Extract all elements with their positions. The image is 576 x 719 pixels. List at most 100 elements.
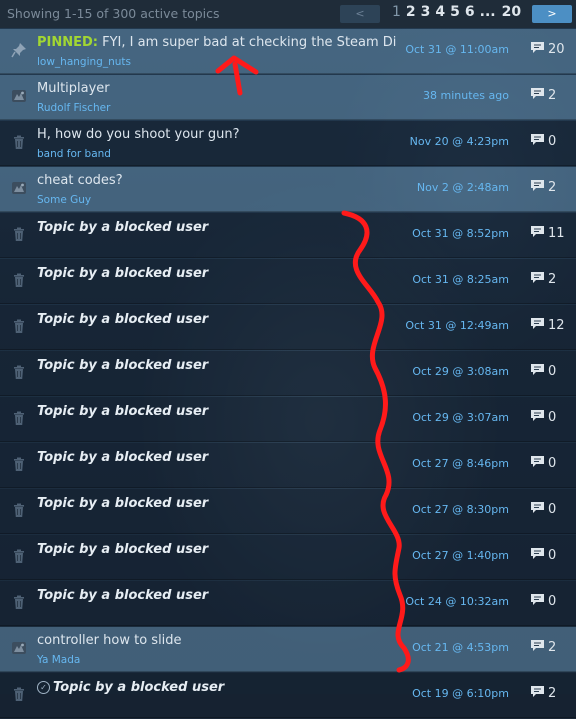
topic-list: PINNED: FYI, I am super bad at checking … (0, 29, 576, 719)
topic-title[interactable]: PINNED: FYI, I am super bad at checking … (37, 35, 397, 50)
topic-title-text: FYI, I am super bad at checking the Stea… (102, 35, 397, 50)
reply-count-number: 0 (548, 548, 557, 563)
pager-page-link[interactable]: 6 (465, 4, 475, 20)
topic-last-post-time: Oct 27 @ 8:46pm (412, 457, 509, 470)
pager-prev-button[interactable]: < (340, 5, 380, 23)
topic-title[interactable]: Topic by a blocked user (37, 450, 397, 465)
topic-author-link[interactable]: Some Guy (37, 194, 91, 206)
pager-page-link[interactable]: 5 (450, 4, 460, 20)
reply-count-number: 0 (548, 502, 557, 517)
topic-title[interactable]: Topic by a blocked user (37, 220, 397, 235)
topic-title-text: Topic by a blocked user (37, 496, 209, 511)
reply-bubble-icon (530, 409, 545, 426)
topic-title-text: Topic by a blocked user (37, 404, 209, 419)
topic-title-text: Topic by a blocked user (37, 220, 209, 235)
reply-bubble-icon (530, 547, 545, 564)
reply-bubble-icon (530, 317, 545, 334)
topic-last-post-time: Oct 29 @ 3:07am (412, 411, 509, 424)
game-avatar-icon (11, 180, 27, 196)
reply-count-number: 0 (548, 134, 557, 149)
topic-last-post-time: Oct 27 @ 8:30pm (412, 503, 509, 516)
topic-reply-count: 2 (530, 639, 556, 656)
trash-icon (11, 456, 27, 472)
trash-icon (11, 548, 27, 564)
topics-header: Showing 1-15 of 300 active topics < 1234… (0, 0, 576, 28)
topic-row[interactable]: Topic by a blocked user Oct 27 @ 1:40pm 0 (0, 535, 576, 580)
topic-title-text: Multiplayer (37, 81, 110, 96)
topic-row[interactable]: Topic by a blocked user Oct 29 @ 3:08am 0 (0, 351, 576, 396)
reply-bubble-icon (530, 133, 545, 150)
topic-author-link[interactable]: Ya Mada (37, 654, 80, 666)
topic-last-post-time: Oct 31 @ 12:49am (405, 319, 509, 332)
reply-count-number: 0 (548, 410, 557, 425)
trash-icon (11, 134, 27, 150)
reply-count-number: 12 (548, 318, 565, 333)
reply-count-number: 2 (548, 272, 557, 287)
reply-count-number: 2 (548, 640, 557, 655)
pager-page-link[interactable]: 3 (421, 4, 431, 20)
topic-row[interactable]: ✓ Topic by a blocked user Oct 19 @ 6:10pm 2 (0, 673, 576, 718)
topic-last-post-time: Oct 24 @ 10:32am (405, 595, 509, 608)
topic-row[interactable]: Multiplayer Rudolf Fischer 38 minutes ago 2 (0, 75, 576, 120)
topic-title[interactable]: ✓ Topic by a blocked user (37, 680, 397, 695)
topic-title-text: Topic by a blocked user (37, 358, 209, 373)
topic-title[interactable]: Topic by a blocked user (37, 312, 397, 327)
reply-bubble-icon (530, 179, 545, 196)
reply-count-number: 0 (548, 456, 557, 471)
topic-title[interactable]: Topic by a blocked user (37, 542, 397, 557)
game-avatar-icon (11, 640, 27, 656)
topic-row[interactable]: Topic by a blocked user Oct 29 @ 3:07am 0 (0, 397, 576, 442)
topic-reply-count: 0 (530, 501, 556, 518)
topic-title[interactable]: cheat codes? (37, 173, 397, 188)
topic-title[interactable]: Multiplayer (37, 81, 397, 96)
reply-bubble-icon (530, 363, 545, 380)
topic-row[interactable]: Topic by a blocked user Oct 24 @ 10:32am 0 (0, 581, 576, 626)
reply-bubble-icon (530, 501, 545, 518)
topic-title-text: cheat codes? (37, 173, 123, 188)
reply-count-number: 0 (548, 364, 557, 379)
topic-title[interactable]: Topic by a blocked user (37, 358, 397, 373)
pager-next-button[interactable]: > (532, 5, 572, 23)
topic-title[interactable]: H, how do you shoot your gun? (37, 127, 397, 142)
pager-page-link[interactable]: 20 (502, 4, 521, 20)
topic-title-text: H, how do you shoot your gun? (37, 127, 240, 142)
topic-reply-count: 12 (530, 317, 565, 334)
reply-bubble-icon (530, 455, 545, 472)
topic-row[interactable]: Topic by a blocked user Oct 27 @ 8:30pm 0 (0, 489, 576, 534)
topic-row[interactable]: Topic by a blocked user Oct 31 @ 8:25am 2 (0, 259, 576, 304)
reply-bubble-icon (530, 87, 545, 104)
topic-title[interactable]: Topic by a blocked user (37, 588, 397, 603)
game-avatar-icon (11, 88, 27, 104)
topic-last-post-time: Nov 2 @ 2:48am (416, 181, 509, 194)
topic-row[interactable]: PINNED: FYI, I am super bad at checking … (0, 29, 576, 74)
topic-row[interactable]: controller how to slide Ya Mada Oct 21 @ 4… (0, 627, 576, 672)
topics-summary: Showing 1-15 of 300 active topics (7, 6, 220, 21)
topic-title-text: Topic by a blocked user (37, 266, 209, 281)
topic-title[interactable]: Topic by a blocked user (37, 266, 397, 281)
trash-icon (11, 226, 27, 242)
topic-author-link[interactable]: low_hanging_nuts (37, 56, 131, 68)
topic-row[interactable]: H, how do you shoot your gun? band for ba… (0, 121, 576, 166)
topic-row[interactable]: Topic by a blocked user Oct 31 @ 8:52pm 11 (0, 213, 576, 258)
topic-row[interactable]: Topic by a blocked user Oct 31 @ 12:49am 1… (0, 305, 576, 350)
pager-page-link[interactable]: 1 (392, 4, 401, 20)
pager-ellipsis: ... (479, 4, 496, 20)
pager-page-link[interactable]: 2 (406, 4, 416, 20)
trash-icon (11, 686, 27, 702)
topic-last-post-time: Oct 31 @ 8:52pm (412, 227, 509, 240)
topic-row[interactable]: Topic by a blocked user Oct 27 @ 8:46pm 0 (0, 443, 576, 488)
topic-title-text: Topic by a blocked user (37, 542, 209, 557)
topic-last-post-time: Oct 31 @ 8:25am (412, 273, 509, 286)
pager-page-link[interactable]: 4 (435, 4, 445, 20)
topic-title[interactable]: Topic by a blocked user (37, 496, 397, 511)
topic-author-link[interactable]: band for band (37, 148, 111, 160)
topic-title[interactable]: Topic by a blocked user (37, 404, 397, 419)
topic-author-link[interactable]: Rudolf Fischer (37, 102, 110, 114)
trash-icon (11, 318, 27, 334)
topic-reply-count: 0 (530, 455, 556, 472)
topic-last-post-time: Oct 31 @ 11:00am (405, 43, 509, 56)
topic-title-text: Topic by a blocked user (37, 450, 209, 465)
topic-title[interactable]: controller how to slide (37, 633, 397, 648)
topic-row[interactable]: cheat codes? Some Guy Nov 2 @ 2:48am 2 (0, 167, 576, 212)
reply-bubble-icon (530, 225, 545, 242)
